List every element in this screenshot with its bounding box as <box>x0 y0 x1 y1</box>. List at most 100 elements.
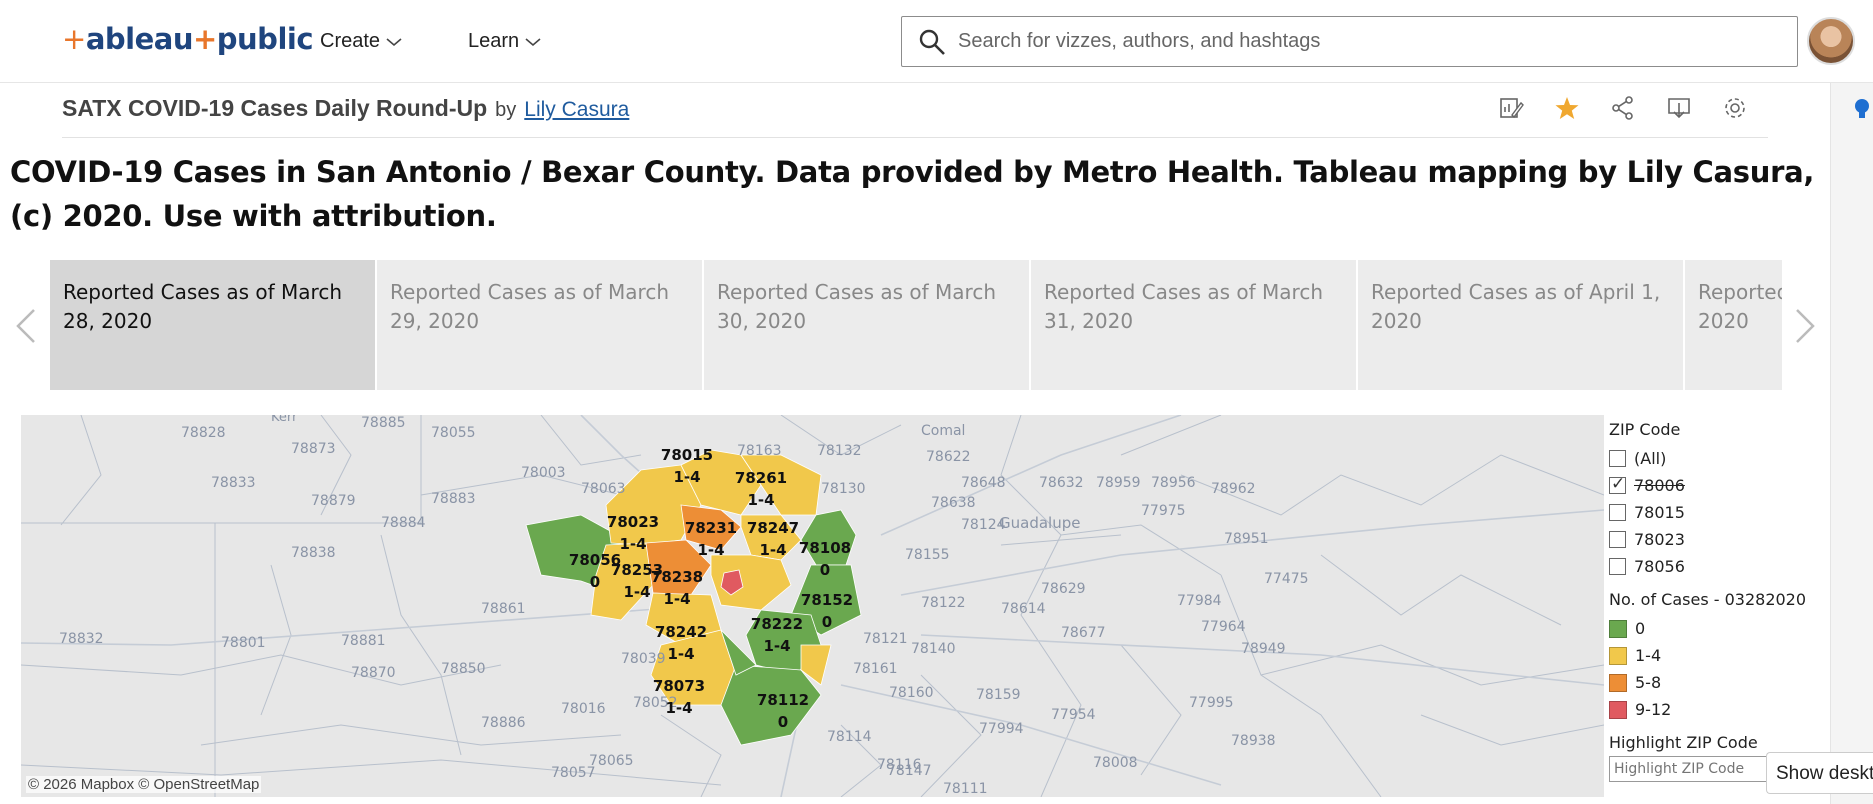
checkbox[interactable] <box>1609 474 1626 494</box>
case-range-text: 0 <box>590 573 600 591</box>
background-zip-label: 77984 <box>1177 593 1222 609</box>
zip-filter-option[interactable]: 78006 <box>1609 472 1824 499</box>
author-link[interactable]: Lily Casura <box>524 98 629 122</box>
zip-filter-option[interactable]: 78023 <box>1609 526 1824 553</box>
tableau-public-logo[interactable]: +ableau+public <box>62 22 314 56</box>
search-input[interactable] <box>958 30 1758 53</box>
cases-legend-label: 1-4 <box>1635 646 1662 665</box>
settings-button[interactable] <box>1720 93 1750 123</box>
chevron-right-icon[interactable] <box>1793 306 1817 346</box>
background-zip-label: 78861 <box>481 601 526 617</box>
zip-code-text: 78261 <box>735 469 787 487</box>
background-zip-label: 78962 <box>1211 481 1256 497</box>
background-zip-label: 78114 <box>827 729 872 745</box>
background-zip-label: 78130 <box>821 481 866 497</box>
checkbox[interactable] <box>1609 558 1626 575</box>
color-swatch <box>1609 700 1627 719</box>
zip-code-text: 78222 <box>751 615 803 633</box>
background-zip-label: 77975 <box>1141 503 1186 519</box>
background-zip-label: 77964 <box>1201 619 1246 635</box>
background-zip-label: 78632 <box>1039 475 1084 491</box>
search-icon <box>919 29 945 55</box>
background-zip-label: 78121 <box>863 631 908 647</box>
background-zip-label: 78870 <box>351 665 396 681</box>
background-zip-label: 77995 <box>1189 695 1234 711</box>
story-tab[interactable]: Reported Cases as of April 2, 2020 <box>1685 260 1782 390</box>
case-range-text: 1-4 <box>697 541 724 559</box>
story-tab[interactable]: Reported Cases as of March 31, 2020 <box>1031 260 1356 390</box>
case-range-text: 1-4 <box>673 468 700 486</box>
background-zip-label: 78629 <box>1041 581 1086 597</box>
top-navigation: +ableau+public Create Learn <box>0 0 1873 83</box>
background-zip-label: 78838 <box>291 545 336 561</box>
highlight-zip-input[interactable] <box>1609 756 1769 782</box>
checkbox[interactable] <box>1609 504 1626 521</box>
zip-code-text: 78015 <box>661 446 713 464</box>
story-navigator: Reported Cases as of March 28, 2020 Repor… <box>0 260 1830 390</box>
case-range-text: 1-4 <box>759 541 786 559</box>
zip-code-map[interactable]: 78828 78873 78885 78055 78833 78879 78003 78063… <box>21 415 1604 797</box>
background-zip-label: 78055 <box>431 425 476 441</box>
zip-filter-label: (All) <box>1634 449 1667 468</box>
share-button[interactable] <box>1608 93 1638 123</box>
background-zip-label: 77475 <box>1264 571 1309 587</box>
case-range-text: 1-4 <box>763 637 790 655</box>
map-canvas[interactable]: 78828 78873 78885 78055 78833 78879 78003 78063… <box>21 415 1604 797</box>
background-zip-label: 78122 <box>921 595 966 611</box>
background-zip-label: 78648 <box>961 475 1006 491</box>
lightbulb-icon[interactable] <box>1854 98 1870 122</box>
background-zip-label: 78063 <box>581 481 626 497</box>
cases-legend-list: 0 1-4 5-8 9-12 <box>1609 615 1824 723</box>
zip-filter-label: 78056 <box>1634 557 1685 576</box>
chevron-left-icon[interactable] <box>14 306 38 346</box>
learn-menu-label: Learn <box>468 30 520 52</box>
cases-legend-item[interactable]: 0 <box>1609 615 1824 642</box>
zip-code-text: 78073 <box>653 677 705 695</box>
case-range-text: 1-4 <box>665 699 692 717</box>
zip-filter-option[interactable]: (All) <box>1609 445 1824 472</box>
map-attribution[interactable]: © 2026 Mapbox © OpenStreetMap <box>26 776 262 793</box>
background-zip-label: 78159 <box>976 687 1021 703</box>
cases-legend-item[interactable]: 5-8 <box>1609 669 1824 696</box>
zip-code-text: 78231 <box>685 519 737 537</box>
zip-code-text: 78247 <box>747 519 799 537</box>
by-label: by <box>495 99 517 121</box>
viz-title: SATX COVID-19 Cases Daily Round-Up <box>62 95 488 121</box>
county-label-kerr: Kerr <box>271 415 298 425</box>
zip-code-text: 78242 <box>655 623 707 641</box>
user-avatar[interactable] <box>1807 17 1855 65</box>
background-zip-label: 78132 <box>817 443 862 459</box>
background-zip-label: 78155 <box>905 547 950 563</box>
cases-legend-item[interactable]: 1-4 <box>1609 642 1824 669</box>
download-button[interactable] <box>1664 93 1694 123</box>
zip-filter-option[interactable]: 78056 <box>1609 553 1824 580</box>
background-zip-label: 78881 <box>341 633 386 649</box>
story-tab[interactable]: Reported Cases as of March 30, 2020 <box>704 260 1029 390</box>
story-tab[interactable]: Reported Cases as of March 28, 2020 <box>50 260 375 390</box>
background-zip-label: 78883 <box>431 491 476 507</box>
gear-icon <box>1725 98 1745 118</box>
create-menu[interactable]: Create <box>320 30 402 53</box>
story-tab[interactable]: Reported Cases as of April 1, 2020 <box>1358 260 1683 390</box>
background-zip-label: 78111 <box>943 781 988 797</box>
story-tab[interactable]: Reported Cases as of March 29, 2020 <box>377 260 702 390</box>
background-zip-label: 78003 <box>521 465 566 481</box>
background-zip-label: 78160 <box>889 685 934 701</box>
checkbox[interactable] <box>1609 531 1626 548</box>
background-zip-label: 78951 <box>1224 531 1269 547</box>
background-zip-label: 78147 <box>887 763 932 779</box>
county-label-comal: Comal <box>921 423 965 439</box>
background-zip-label: 78801 <box>221 635 266 651</box>
search-box[interactable] <box>901 16 1798 67</box>
zip-filter-option[interactable]: 78015 <box>1609 499 1824 526</box>
zip-code-text: 78112 <box>757 691 809 709</box>
background-zip-label: 78832 <box>59 631 104 647</box>
checkbox[interactable] <box>1609 450 1626 467</box>
favorite-button[interactable] <box>1552 93 1582 123</box>
background-zip-label: 78884 <box>381 515 426 531</box>
zip-filter-label: 78023 <box>1634 530 1685 549</box>
cases-legend-item[interactable]: 9-12 <box>1609 696 1824 723</box>
show-desktop-button[interactable]: Show desktop <box>1766 752 1873 794</box>
learn-menu[interactable]: Learn <box>468 30 541 53</box>
edit-viz-button[interactable] <box>1496 93 1526 123</box>
